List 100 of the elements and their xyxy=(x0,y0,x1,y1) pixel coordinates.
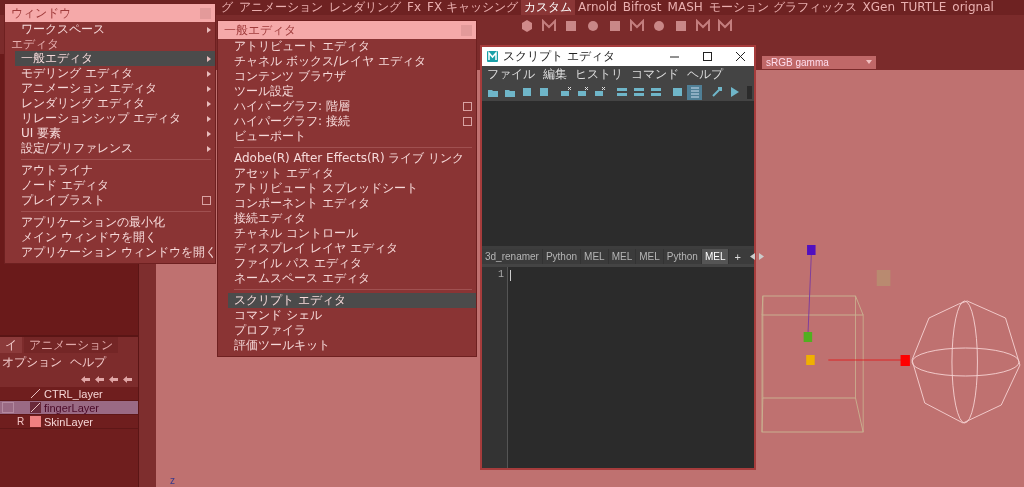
shelf-tab[interactable]: カスタム xyxy=(520,0,575,15)
circle-icon[interactable] xyxy=(586,19,600,33)
menu-item[interactable]: ツール設定 xyxy=(228,84,476,99)
menu-item[interactable]: スクリプト エディタ xyxy=(228,293,476,308)
locator-square xyxy=(876,270,891,286)
run-icon xyxy=(710,86,723,98)
menu-item[interactable]: プロファイラ xyxy=(228,323,476,338)
menu-item[interactable]: コマンド xyxy=(631,66,679,83)
shelf-tab[interactable]: orignal xyxy=(949,0,997,15)
menu-item[interactable]: アプリケーション ウィンドウを開く xyxy=(15,245,215,260)
panel-tab[interactable]: アニメーション xyxy=(24,337,118,353)
zigzag-icon[interactable] xyxy=(696,19,710,33)
menu-item[interactable]: ファイル xyxy=(487,66,535,83)
menu-item[interactable]: Adobe(R) After Effects(R) ライブ リンク xyxy=(228,151,476,166)
menu-item[interactable]: UI 要素 xyxy=(15,126,215,141)
checkbox[interactable] xyxy=(202,196,211,205)
panel-tab[interactable]: イ xyxy=(0,337,22,353)
save-icon xyxy=(520,86,533,98)
shelf-tab[interactable]: Fx xyxy=(404,0,424,15)
menu-item[interactable]: アプリケーションの最小化 xyxy=(15,215,215,230)
shelf-tab[interactable]: FX キャッシング xyxy=(424,0,521,15)
menu-item[interactable]: ハイパーグラフ: 接続 xyxy=(228,114,476,129)
menu-item[interactable]: ノード エディタ xyxy=(15,178,215,193)
arrow-left-icon[interactable] xyxy=(749,253,755,260)
menu-item[interactable]: ファイル パス エディタ xyxy=(228,256,476,271)
menu-item[interactable]: 評価ツールキット xyxy=(228,338,476,353)
menu-item[interactable]: アセット エディタ xyxy=(228,166,476,181)
slash-swatch-icon[interactable] xyxy=(30,388,41,399)
menu-item[interactable]: ディスプレイ レイヤ エディタ xyxy=(228,241,476,256)
menu-item[interactable]: アトリビュート エディタ xyxy=(228,39,476,54)
toolbar-button[interactable] xyxy=(687,84,702,100)
zigzag-icon[interactable] xyxy=(630,19,644,33)
zigzag-icon[interactable] xyxy=(542,19,556,33)
menu-item[interactable]: チャネル コントロール xyxy=(228,226,476,241)
menu-item[interactable]: 編集 xyxy=(543,66,567,83)
menu-item[interactable]: アトリビュート スプレッドシート xyxy=(228,181,476,196)
shelf-tab[interactable]: レンダリング xyxy=(326,0,404,15)
layer-row[interactable]: R SkinLayer xyxy=(0,415,138,429)
panel-icon xyxy=(615,86,628,98)
menu-item[interactable]: コンポーネント エディタ xyxy=(228,196,476,211)
menu-item[interactable]: コマンド シェル xyxy=(228,308,476,323)
panel-icon xyxy=(649,86,662,98)
checkbox[interactable] xyxy=(463,117,472,126)
shelf-tab[interactable]: Arnold xyxy=(574,0,620,15)
menu-item[interactable]: モデリング エディタ xyxy=(15,66,215,81)
menu-item[interactable]: メイン ウィンドウを開く xyxy=(15,230,215,245)
window-title: スクリプト エディタ xyxy=(503,48,616,65)
add-tab-button[interactable]: + xyxy=(729,250,746,263)
checkbox[interactable] xyxy=(463,102,472,111)
close-icon xyxy=(735,52,745,61)
echo-icon xyxy=(671,86,684,98)
menu-item[interactable]: 一般エディタ xyxy=(15,51,215,66)
menu-item[interactable]: 設定/プリファレンス xyxy=(15,141,215,156)
menu-item[interactable]: プレイブラスト xyxy=(15,193,215,208)
menu-item[interactable]: アウトライナ xyxy=(15,163,215,178)
menu-item[interactable]: オプション xyxy=(2,354,62,371)
menu-title: 一般エディタ xyxy=(224,21,296,39)
zigzag-icon[interactable] xyxy=(718,19,732,33)
shelf-tab[interactable]: グ xyxy=(218,0,236,15)
editor-tab[interactable]: 3d_renamer xyxy=(482,249,543,264)
shelf-tab[interactable]: XGen xyxy=(859,0,899,15)
editor-tab[interactable]: MEL xyxy=(581,249,609,264)
clear-icon xyxy=(593,86,606,98)
square-icon[interactable] xyxy=(564,19,578,33)
menu-item[interactable]: ネームスペース エディタ xyxy=(228,271,476,286)
clear-icon xyxy=(576,86,589,98)
editor-tab[interactable]: MEL xyxy=(701,249,730,264)
menu-item[interactable]: リレーションシップ エディタ xyxy=(15,111,215,126)
color-swatch[interactable] xyxy=(30,416,41,427)
slash-swatch-icon[interactable] xyxy=(30,402,41,413)
save-icon xyxy=(537,86,550,98)
menu-item[interactable]: ヒストリ xyxy=(575,66,623,83)
shelf-tab[interactable]: Bifrost xyxy=(619,0,665,15)
menu-title: ウィンドウ xyxy=(11,4,71,22)
menu-item[interactable]: ヘルプ xyxy=(70,354,106,371)
menu-item[interactable]: チャネル ボックス/レイヤ エディタ xyxy=(228,54,476,69)
menu-item[interactable]: 接続エディタ xyxy=(228,211,476,226)
shelf-tab[interactable]: MASH xyxy=(664,0,706,15)
circle-icon[interactable] xyxy=(652,19,666,33)
cube-icon[interactable] xyxy=(520,19,534,33)
shelf-tab[interactable]: アニメーション xyxy=(236,0,326,15)
input-pane[interactable]: 1 xyxy=(482,264,754,468)
layer-mode[interactable]: R xyxy=(17,416,27,427)
shelf-tab[interactable]: TURTLE xyxy=(898,0,950,15)
layer-row[interactable]: fingerLayer xyxy=(0,401,138,415)
square-icon[interactable] xyxy=(608,19,622,33)
menu-item[interactable]: ハイパーグラフ: 階層 xyxy=(228,99,476,114)
layer-name: fingerLayer xyxy=(44,401,100,414)
menu-item[interactable]: コンテンツ ブラウザ xyxy=(228,69,476,84)
caret-icon xyxy=(866,60,872,64)
menu-item[interactable]: ヘルプ xyxy=(687,66,723,83)
app-logo-icon xyxy=(487,51,498,62)
menu-item[interactable]: レンダリング エディタ xyxy=(15,96,215,111)
shelf-tab[interactable]: モーション グラフィックス xyxy=(705,0,860,15)
line-numbers-icon xyxy=(688,86,701,98)
search-field[interactable] xyxy=(747,85,752,99)
square-icon[interactable] xyxy=(674,19,688,33)
menu-item[interactable]: ビューポート xyxy=(228,129,476,144)
menu-item[interactable]: アニメーション エディタ xyxy=(15,81,215,96)
menu-item[interactable]: ワークスペース xyxy=(15,22,215,37)
